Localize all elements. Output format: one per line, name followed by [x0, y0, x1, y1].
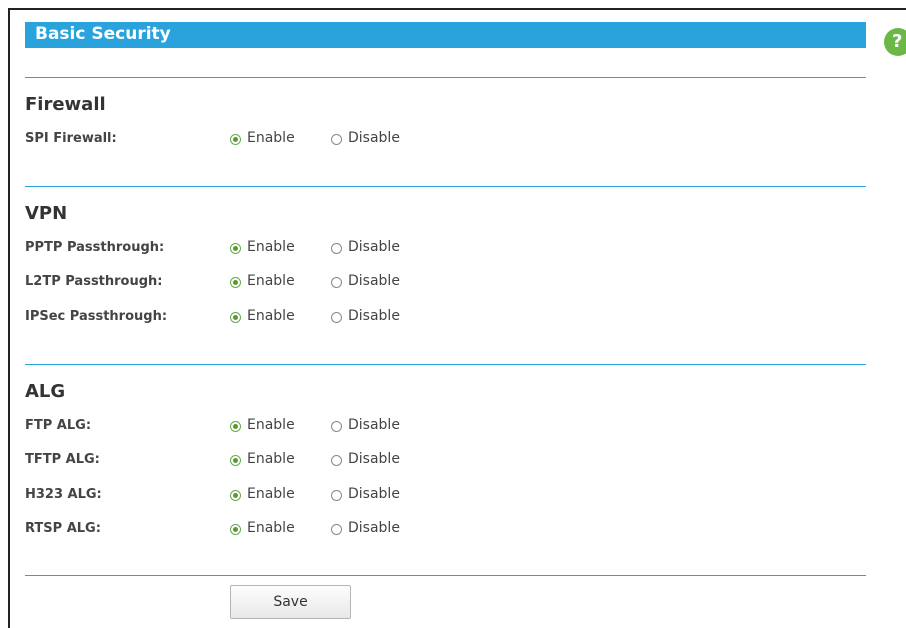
page-title: Basic Security	[35, 24, 171, 44]
field-label-l2tp-passthrough: L2TP Passthrough:	[25, 274, 163, 289]
field-label-rtsp-alg: RTSP ALG:	[25, 521, 101, 536]
disable-label: Disable	[348, 486, 400, 502]
spi-firewall-disable-radio[interactable]	[331, 134, 342, 145]
section-divider	[25, 364, 866, 365]
section-divider	[25, 77, 866, 78]
tftp-alg-enable-radio[interactable]	[230, 455, 241, 466]
pptp-passthrough-enable-radio[interactable]	[230, 243, 241, 254]
l2tp-passthrough-enable-radio[interactable]	[230, 277, 241, 288]
disable-label: Disable	[348, 273, 400, 289]
section-title-vpn: VPN	[25, 203, 68, 224]
h323-alg-disable-radio[interactable]	[331, 490, 342, 501]
enable-label: Enable	[247, 273, 295, 289]
enable-label: Enable	[247, 520, 295, 536]
section-title-alg: ALG	[25, 381, 66, 402]
save-button[interactable]: Save	[230, 585, 351, 619]
enable-label: Enable	[247, 130, 295, 146]
disable-label: Disable	[348, 239, 400, 255]
disable-label: Disable	[348, 308, 400, 324]
section-divider	[25, 186, 866, 187]
field-label-spi-firewall: SPI Firewall:	[25, 131, 117, 146]
spi-firewall-enable-radio[interactable]	[230, 134, 241, 145]
tftp-alg-disable-radio[interactable]	[331, 455, 342, 466]
enable-label: Enable	[247, 451, 295, 467]
l2tp-passthrough-disable-radio[interactable]	[331, 277, 342, 288]
disable-label: Disable	[348, 451, 400, 467]
enable-label: Enable	[247, 486, 295, 502]
disable-label: Disable	[348, 130, 400, 146]
ftp-alg-disable-radio[interactable]	[331, 421, 342, 432]
rtsp-alg-enable-radio[interactable]	[230, 524, 241, 535]
field-label-h323-alg: H323 ALG:	[25, 487, 102, 502]
disable-label: Disable	[348, 417, 400, 433]
h323-alg-enable-radio[interactable]	[230, 490, 241, 501]
pptp-passthrough-disable-radio[interactable]	[331, 243, 342, 254]
field-label-tftp-alg: TFTP ALG:	[25, 452, 100, 467]
rtsp-alg-disable-radio[interactable]	[331, 524, 342, 535]
ipsec-passthrough-disable-radio[interactable]	[331, 312, 342, 323]
enable-label: Enable	[247, 308, 295, 324]
enable-label: Enable	[247, 417, 295, 433]
field-label-ftp-alg: FTP ALG:	[25, 418, 92, 433]
disable-label: Disable	[348, 520, 400, 536]
ipsec-passthrough-enable-radio[interactable]	[230, 312, 241, 323]
enable-label: Enable	[247, 239, 295, 255]
section-title-firewall: Firewall	[25, 94, 106, 115]
section-divider	[25, 575, 866, 576]
help-icon[interactable]: ?	[884, 28, 906, 56]
page-title-bar: Basic Security	[25, 22, 866, 48]
field-label-pptp-passthrough: PPTP Passthrough:	[25, 240, 165, 255]
ftp-alg-enable-radio[interactable]	[230, 421, 241, 432]
field-label-ipsec-passthrough: IPSec Passthrough:	[25, 309, 168, 324]
